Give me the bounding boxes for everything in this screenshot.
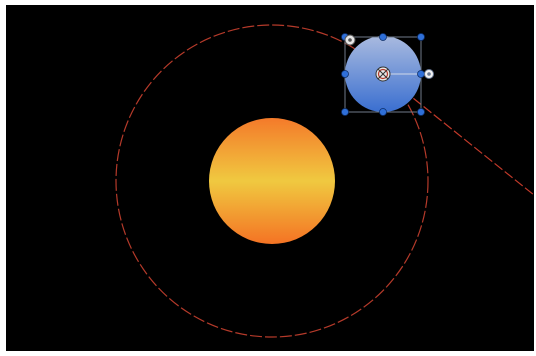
handle-bottom-left[interactable] [341, 108, 349, 116]
handle-bottom-center[interactable] [379, 108, 387, 116]
canvas-stage[interactable] [6, 5, 534, 351]
handle-middle-left[interactable] [341, 70, 349, 78]
canvas[interactable] [6, 5, 534, 351]
handle-bottom-right[interactable] [417, 108, 425, 116]
viewer-frame [0, 0, 536, 356]
sun-shape[interactable] [209, 118, 335, 244]
pin-handle-icon[interactable] [424, 69, 434, 79]
handle-top-right[interactable] [417, 33, 425, 41]
handle-middle-right[interactable] [417, 70, 425, 78]
rotation-handle-icon[interactable] [344, 34, 356, 46]
handle-top-center[interactable] [379, 33, 387, 41]
crosshair-icon[interactable] [375, 66, 391, 82]
